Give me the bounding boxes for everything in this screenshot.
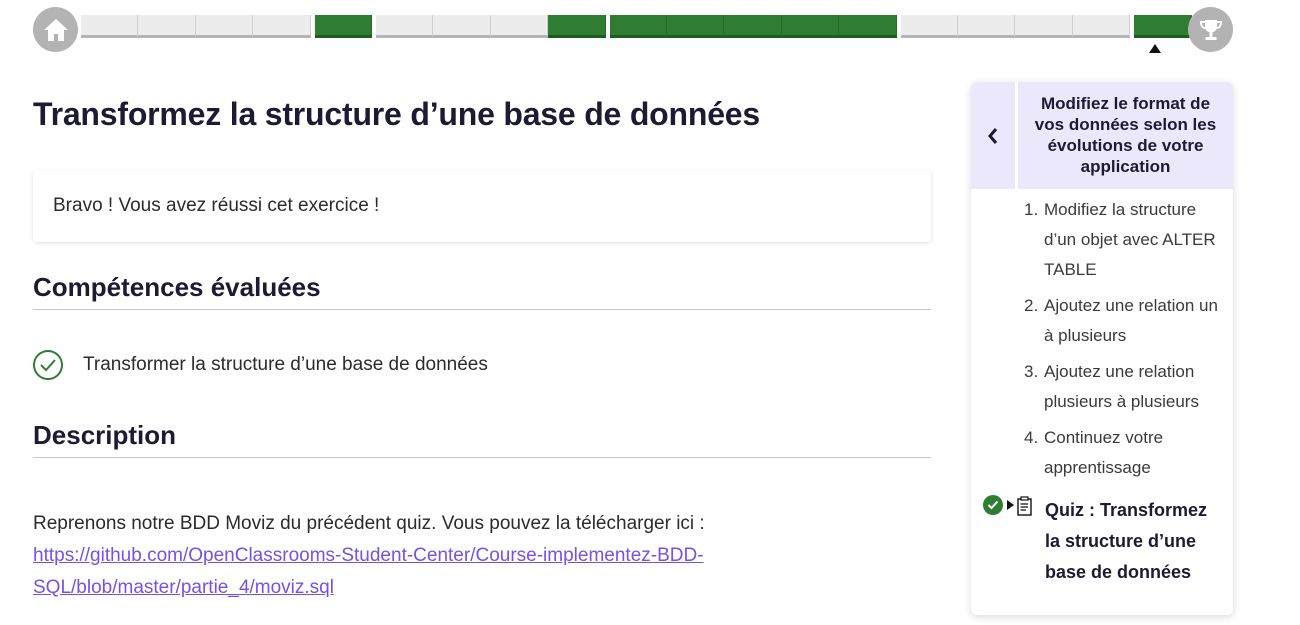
course-outline-sidebar: Modifiez le format de vos données selon … <box>971 82 1233 615</box>
progress-segment[interactable] <box>1015 15 1073 38</box>
sidebar-item-label: Ajoutez une relation un à plusieurs <box>1044 296 1218 345</box>
sidebar-item-4[interactable]: 4. Continuez votre apprentissage <box>971 423 1233 483</box>
progress-segment[interactable] <box>138 15 196 38</box>
trophy-icon <box>1199 19 1222 40</box>
download-link[interactable]: https://github.com/OpenClassrooms-Studen… <box>33 545 704 598</box>
course-progress-bar <box>33 5 1233 53</box>
description: Reprenons notre BDD Moviz du précédent q… <box>33 508 931 604</box>
completed-check-icon <box>983 495 1003 515</box>
skill-item: Transformer la structure d’une base de d… <box>33 350 488 380</box>
progress-segment[interactable] <box>900 15 958 38</box>
progress-segment[interactable] <box>195 15 254 38</box>
sidebar-item-label: Continuez votre apprentissage <box>1044 428 1164 477</box>
current-pointer-icon <box>1007 500 1014 510</box>
progress-segment[interactable] <box>667 15 725 38</box>
skills-heading: Compétences évaluées <box>33 272 931 310</box>
chevron-left-icon <box>988 127 998 144</box>
current-step-marker <box>1149 44 1161 53</box>
sidebar-item-quiz[interactable]: Quiz : Transformez la structure d’une ba… <box>971 495 1233 588</box>
sidebar-item-1[interactable]: 1. Modifiez la structure d’un objet avec… <box>971 195 1233 285</box>
progress-segment[interactable] <box>433 15 491 38</box>
skill-label: Transformer la structure d’une base de d… <box>83 354 488 375</box>
success-message-card: Bravo ! Vous avez réussi cet exercice ! <box>33 170 931 242</box>
progress-segment[interactable] <box>781 15 840 38</box>
progress-segment[interactable] <box>376 15 434 38</box>
home-icon <box>43 18 68 41</box>
description-text: Reprenons notre BDD Moviz du précédent q… <box>33 513 705 534</box>
progress-segment[interactable] <box>958 15 1016 38</box>
page-title: Transformez la structure d’une base de d… <box>33 96 761 132</box>
progress-segment[interactable] <box>1072 15 1131 38</box>
check-circle-icon <box>33 350 63 380</box>
progress-segment[interactable] <box>1134 15 1192 38</box>
sidebar-item-3[interactable]: 3. Ajoutez une relation plusieurs à plus… <box>971 357 1233 417</box>
sidebar-back-button[interactable] <box>971 82 1015 189</box>
sidebar-item-label: Ajoutez une relation plusieurs à plusieu… <box>1044 362 1199 411</box>
sidebar-lesson-list: 1. Modifiez la structure d’un objet avec… <box>971 195 1233 483</box>
quiz-label: Quiz : Transformez la structure d’une ba… <box>1045 500 1208 582</box>
sidebar-chapter-title[interactable]: Modifiez le format de vos données selon … <box>1018 82 1233 189</box>
progress-segment[interactable] <box>548 15 606 38</box>
sidebar-item-2[interactable]: 2. Ajoutez une relation un à plusieurs <box>971 291 1233 351</box>
success-message: Bravo ! Vous avez réussi cet exercice ! <box>53 195 380 216</box>
progress-segment[interactable] <box>724 15 782 38</box>
sidebar-item-label: Modifiez la structure d’un objet avec AL… <box>1044 200 1216 279</box>
progress-segment[interactable] <box>253 15 311 38</box>
progress-segment[interactable] <box>839 15 897 38</box>
description-heading: Description <box>33 420 931 458</box>
progress-segment[interactable] <box>490 15 549 38</box>
progress-segment[interactable] <box>609 15 667 38</box>
progress-segment[interactable] <box>81 15 139 38</box>
trophy-button[interactable] <box>1188 7 1233 52</box>
quiz-document-icon <box>1017 495 1033 516</box>
sidebar-header: Modifiez le format de vos données selon … <box>971 82 1233 189</box>
home-button[interactable] <box>33 7 78 52</box>
progress-segment[interactable] <box>314 15 372 38</box>
